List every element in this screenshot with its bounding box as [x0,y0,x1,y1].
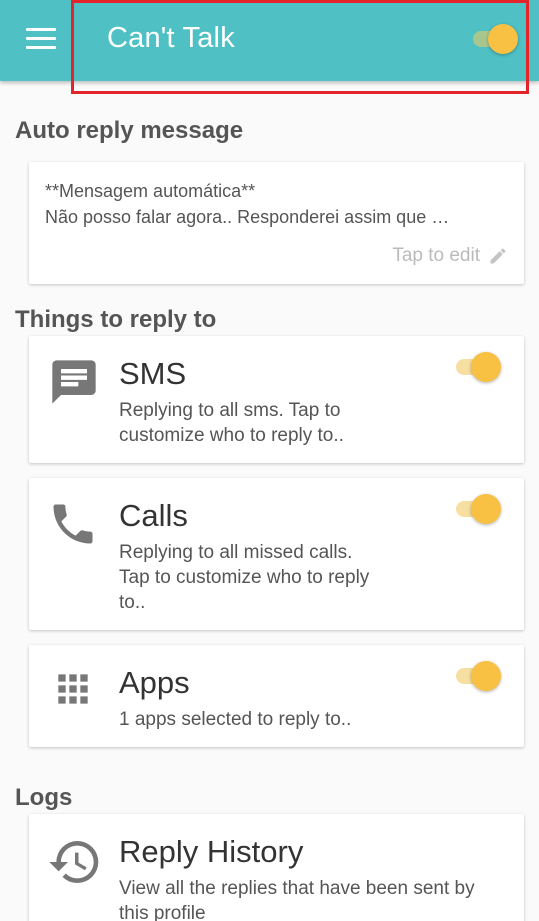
phone-icon [53,504,93,544]
history-icon [49,841,99,883]
page-title: Can't Talk [107,22,235,54]
master-toggle[interactable] [470,22,522,56]
apps-description: 1 apps selected to reply to.. [119,707,351,732]
toggle-thumb [471,352,501,382]
reply-history-description: View all the replies that have been sent… [119,876,475,921]
apps-toggle[interactable] [453,659,505,693]
reply-history-title: Reply History [119,834,304,869]
app-bar: Can't Talk [0,0,539,81]
toggle-thumb [471,494,501,524]
apps-title: Apps [119,665,190,700]
section-title-auto-reply: Auto reply message [15,117,244,144]
calls-desc-line: Replying to all missed calls. [119,542,353,563]
menu-icon-bar [26,46,56,49]
auto-reply-line-1: **Mensagem automática** [45,181,256,201]
calls-title: Calls [119,498,188,533]
reply-history-desc-line: this profile [119,903,206,921]
menu-icon-bar [26,28,56,31]
apps-desc-line: 1 apps selected to reply to.. [119,709,352,730]
sms-title: SMS [119,356,187,391]
auto-reply-line-2: Não posso falar agora.. Responderei assi… [45,207,450,227]
calls-description: Replying to all missed calls. Tap to cus… [119,540,369,615]
sms-desc-line: Replying to all sms. Tap to [119,400,341,421]
sms-toggle[interactable] [453,350,505,384]
tap-to-edit-label: Tap to edit [392,245,480,266]
section-title-logs: Logs [15,784,73,811]
sms-desc-line: customize who to reply to.. [119,425,344,446]
calls-card[interactable]: Calls Replying to all missed calls. Tap … [29,478,524,630]
apps-icon [58,674,88,704]
sms-card[interactable]: SMS Replying to all sms. Tap to customiz… [29,336,524,463]
message-icon [52,360,96,404]
edit-icon [490,248,506,264]
toggle-thumb [488,24,518,54]
sms-description: Replying to all sms. Tap to customize wh… [119,398,344,448]
menu-icon-bar [26,37,56,40]
section-title-things: Things to reply to [15,306,217,333]
reply-history-card[interactable]: Reply History View all the replies that … [29,814,524,921]
apps-card[interactable]: Apps 1 apps selected to reply to.. [29,645,524,747]
reply-history-desc-line: View all the replies that have been sent… [119,878,475,899]
calls-desc-line: Tap to customize who to reply [119,567,370,588]
auto-reply-card[interactable]: **Mensagem automática** Não posso falar … [29,162,524,284]
calls-toggle[interactable] [453,492,505,526]
menu-icon[interactable] [26,28,56,50]
calls-desc-line: to.. [119,592,146,613]
toggle-thumb [471,661,501,691]
